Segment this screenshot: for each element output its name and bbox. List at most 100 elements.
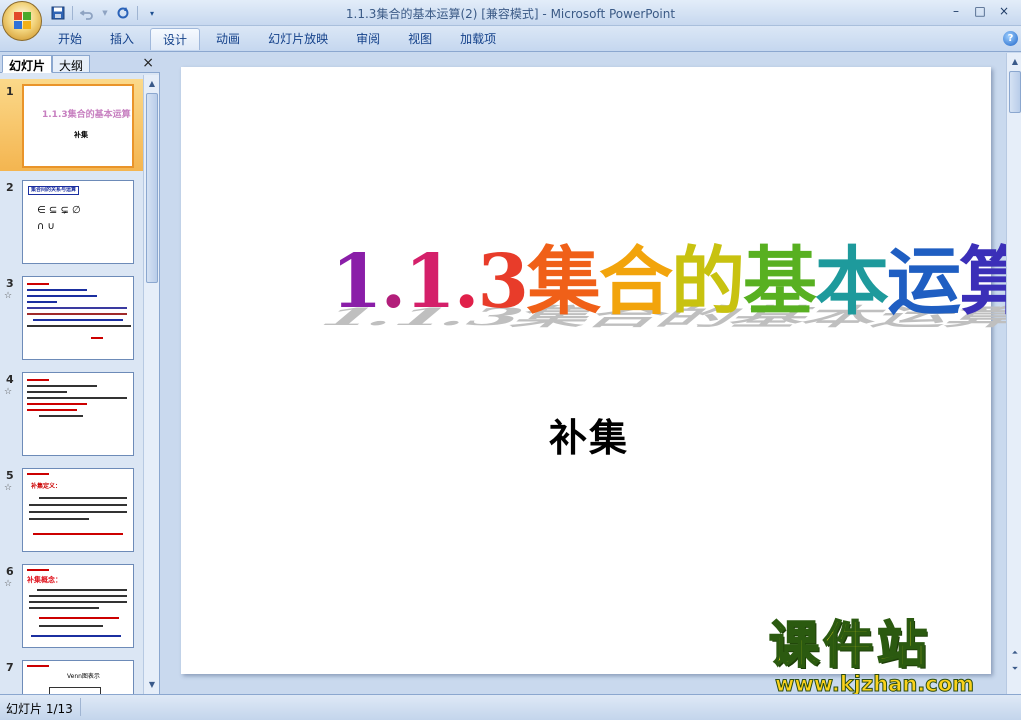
thumbnail-number: 2 xyxy=(6,181,14,194)
animation-star-icon: ☆ xyxy=(4,291,13,301)
text-line xyxy=(27,283,49,285)
thumbnail-scrollbar[interactable]: ▲ ▼ xyxy=(143,75,159,694)
text-line xyxy=(91,337,103,339)
thumbnail-symbols: ∩ ∪ xyxy=(37,221,55,232)
text-line xyxy=(27,313,127,315)
window-controls: – □ × xyxy=(945,2,1015,20)
text-line xyxy=(29,511,127,513)
text-line xyxy=(31,635,121,637)
tab-design[interactable]: 设计 xyxy=(150,28,201,50)
tab-view[interactable]: 视图 xyxy=(396,28,444,50)
tab-addins[interactable]: 加载项 xyxy=(448,28,508,50)
slide-thumbnail-4 xyxy=(22,372,134,456)
text-line xyxy=(29,607,99,609)
tab-review[interactable]: 审阅 xyxy=(344,28,392,50)
tab-insert[interactable]: 插入 xyxy=(98,28,146,50)
slide-thumbnail-6: 补集概念： xyxy=(22,564,134,648)
text-line xyxy=(27,295,97,297)
title-char: 1 xyxy=(331,239,382,325)
title-bar: ▼ ▾ 1.1.3集合的基本运算(2) [兼容模式] - Microsoft P… xyxy=(0,0,1021,26)
title-char: . xyxy=(453,239,480,325)
tab-outline[interactable]: 大纲 xyxy=(52,55,91,73)
slide-thumbnail-3 xyxy=(22,276,134,360)
thumbnail-row-1[interactable]: 1 1.1.3集合的基本运算 补集 xyxy=(0,79,143,171)
title-char: . xyxy=(380,239,407,325)
thumbnail-number: 7 xyxy=(6,661,14,674)
thumbnail-title: 1.1.3集合的基本运算 xyxy=(42,110,131,120)
title-char: 1 xyxy=(404,239,455,325)
slide-title: 1.1.3集合的基本运算 xyxy=(331,245,1021,319)
title-char: 集 xyxy=(527,239,601,325)
tab-slides[interactable]: 幻灯片 xyxy=(2,55,53,73)
text-line xyxy=(27,325,131,327)
thumbnail-number: 4 xyxy=(6,373,14,386)
title-char: 合 xyxy=(599,239,673,325)
text-line xyxy=(39,625,103,627)
text-line xyxy=(27,379,49,381)
watermark-brand: 课件站 xyxy=(768,616,931,674)
text-line xyxy=(29,518,89,520)
title-char: 本 xyxy=(815,239,889,325)
watermark: 课件站 www.kjzhan.com xyxy=(768,616,1005,698)
status-bar: 幻灯片 1/13 xyxy=(0,694,1021,720)
slide-title-wordart[interactable]: 1.1.3集合的基本运算 1.1.3集合的基本运算 xyxy=(306,245,1021,355)
thumbnail-number: 5 xyxy=(6,469,14,482)
title-char: 的 xyxy=(671,239,745,325)
text-line xyxy=(27,473,49,475)
text-line xyxy=(29,601,127,603)
slide-indicator: 幻灯片 1/13 xyxy=(6,702,73,716)
minimize-button[interactable]: – xyxy=(945,2,967,20)
text-line xyxy=(33,319,123,321)
thumbnail-row-7[interactable]: 7 Venn图表示 xyxy=(0,655,143,694)
slide-thumbnail-7: Venn图表示 xyxy=(22,660,134,694)
scroll-up-icon[interactable]: ▲ xyxy=(1008,55,1021,69)
text-line xyxy=(29,504,127,506)
animation-star-icon: ☆ xyxy=(4,483,13,493)
slide-thumbnail-2[interactable]: 集合间的关系与运算 ∈ ⊆ ⊊ ∅ ∩ ∪ xyxy=(22,180,134,264)
venn-box xyxy=(49,687,101,694)
ribbon-tabs: 开始 插入 设计 动画 幻灯片放映 审阅 视图 加载项 xyxy=(46,28,512,50)
text-line xyxy=(27,665,49,667)
scroll-down-icon[interactable]: ▼ xyxy=(145,678,159,692)
status-separator xyxy=(80,698,81,716)
thumbnail-heading: 补集定义： xyxy=(31,483,62,490)
thumbnail-header: 集合间的关系与运算 xyxy=(28,186,80,195)
text-line xyxy=(27,301,57,303)
text-line xyxy=(27,289,87,291)
close-button[interactable]: × xyxy=(993,2,1015,20)
title-char: 3 xyxy=(477,239,529,325)
tab-slideshow[interactable]: 幻灯片放映 xyxy=(256,28,340,50)
scroll-up-icon[interactable]: ▲ xyxy=(145,77,159,91)
next-slide-icon[interactable]: ⏷ xyxy=(1008,662,1021,676)
maximize-button[interactable]: □ xyxy=(969,2,991,20)
tab-home[interactable]: 开始 xyxy=(46,28,94,50)
thumbnail-mini-text: Venn图表示 xyxy=(67,673,100,680)
thumbnail-row-3[interactable]: 3 ☆ xyxy=(0,271,143,363)
scroll-thumb[interactable] xyxy=(146,93,158,283)
text-line xyxy=(33,533,123,535)
ribbon: 开始 插入 设计 动画 幻灯片放映 审阅 视图 加载项 ? xyxy=(0,26,1021,52)
title-char: 运 xyxy=(887,239,961,325)
watermark-url: www.kjzhan.com xyxy=(774,672,975,697)
slide-editing-area: 1.1.3集合的基本运算 1.1.3集合的基本运算 补集 xyxy=(161,53,1021,694)
current-slide[interactable]: 1.1.3集合的基本运算 1.1.3集合的基本运算 补集 xyxy=(181,67,1021,674)
office-button[interactable] xyxy=(2,1,42,41)
help-icon[interactable]: ? xyxy=(1003,31,1018,46)
slides-panel: 幻灯片 大纲 × 1 1.1.3集合的基本运算 补集 2 集合间的关系与运算 ∈… xyxy=(0,53,160,694)
text-line xyxy=(27,397,127,399)
thumbnail-row-2[interactable]: 2 集合间的关系与运算 ∈ ⊆ ⊊ ∅ ∩ ∪ xyxy=(0,175,143,267)
slide-subtitle[interactable]: 补集 xyxy=(549,407,629,462)
text-line xyxy=(39,617,119,619)
close-icon[interactable]: × xyxy=(142,55,154,71)
scroll-thumb[interactable] xyxy=(1009,71,1021,113)
text-line xyxy=(39,497,127,499)
previous-slide-icon[interactable]: ⏶ xyxy=(1008,646,1021,660)
text-line xyxy=(29,595,127,597)
slide-scrollbar[interactable]: ▲ ⏶ ⏷ xyxy=(1006,53,1021,694)
tab-animations[interactable]: 动画 xyxy=(204,28,252,50)
slide-thumbnail-1[interactable]: 1.1.3集合的基本运算 补集 xyxy=(22,84,134,168)
thumbnail-row-5[interactable]: 5 ☆ 补集定义： xyxy=(0,463,143,555)
thumbnail-number: 6 xyxy=(6,565,14,578)
thumbnail-row-4[interactable]: 4 ☆ xyxy=(0,367,143,459)
thumbnail-row-6[interactable]: 6 ☆ 补集概念： xyxy=(0,559,143,651)
